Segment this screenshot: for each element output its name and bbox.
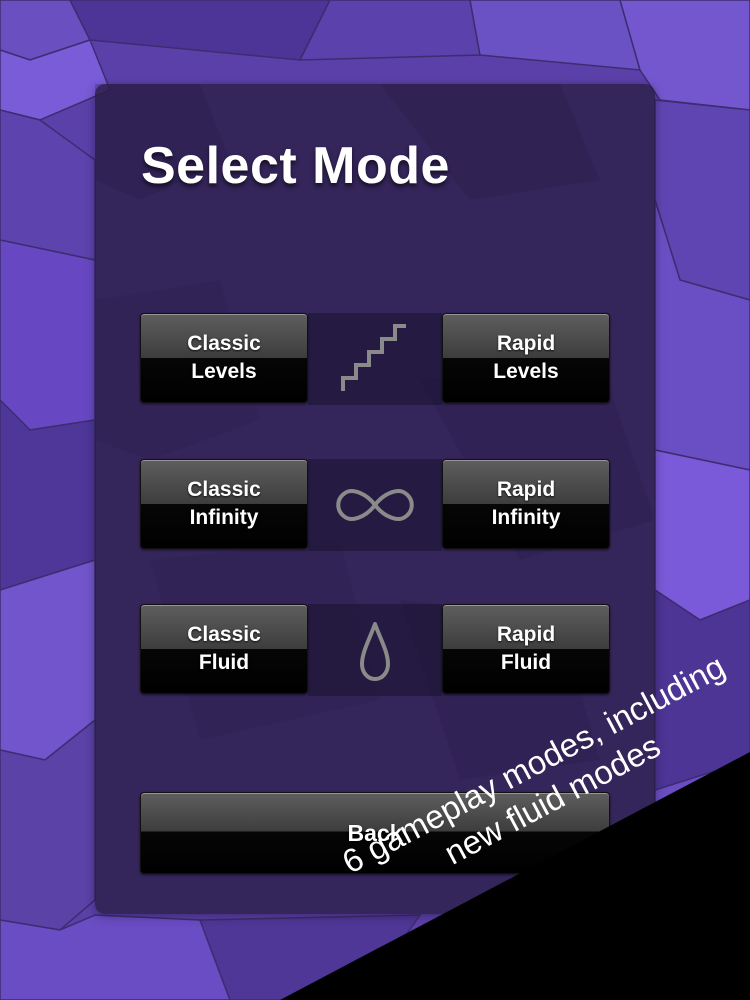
mode-row-fluid: Classic Fluid Rapid Fluid [140, 604, 610, 696]
mode-icon-slot [308, 604, 442, 696]
button-label-line2: Levels [493, 360, 559, 383]
page-title: Select Mode [141, 137, 450, 195]
rapid-levels-button[interactable]: Rapid Levels [442, 313, 610, 403]
button-label-line2: Levels [191, 360, 257, 383]
button-label-line2: Infinity [189, 506, 259, 529]
button-label-line1: Classic [187, 623, 261, 646]
mode-row-infinity: Classic Infinity Rapid Infinity [140, 459, 610, 551]
button-label-line1: Classic [187, 332, 261, 355]
classic-levels-button[interactable]: Classic Levels [140, 313, 308, 403]
app-screen: Select Mode Classic Levels Rapid Levels [0, 0, 750, 1000]
rapid-fluid-button[interactable]: Rapid Fluid [442, 604, 610, 694]
button-label-line1: Rapid [496, 478, 556, 501]
droplet-icon [360, 622, 390, 681]
rapid-infinity-button[interactable]: Rapid Infinity [442, 459, 610, 549]
button-label-line1: Classic [187, 478, 261, 501]
mode-icon-slot [308, 313, 442, 405]
classic-infinity-button[interactable]: Classic Infinity [140, 459, 308, 549]
stairs-icon [341, 324, 406, 391]
button-label-line1: Rapid [496, 623, 556, 646]
mode-icon-slot [308, 459, 442, 551]
mode-row-levels: Classic Levels Rapid Levels [140, 313, 610, 405]
button-label-line2: Infinity [491, 506, 561, 529]
classic-fluid-button[interactable]: Classic Fluid [140, 604, 308, 694]
button-label-line1: Rapid [496, 332, 556, 355]
infinity-icon [336, 489, 414, 521]
button-label-line2: Fluid [500, 651, 552, 674]
button-label-line2: Fluid [198, 651, 250, 674]
